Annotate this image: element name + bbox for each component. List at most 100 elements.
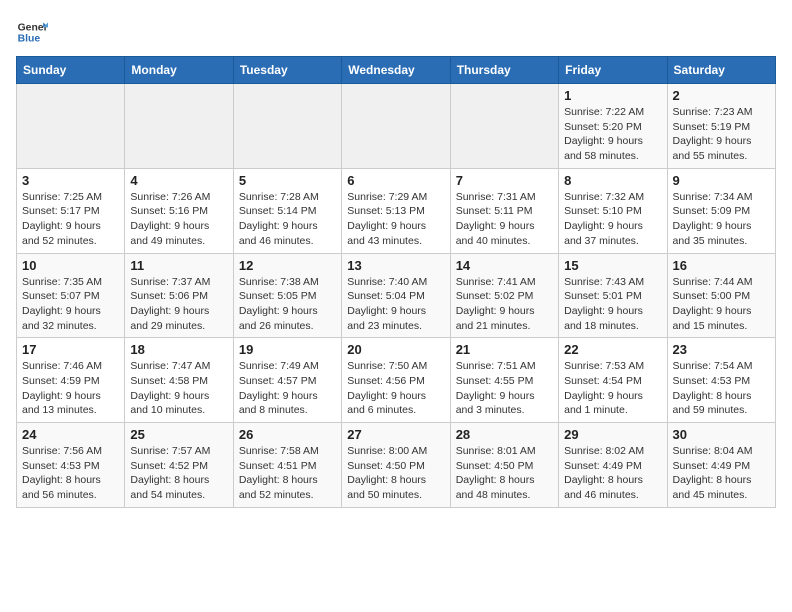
calendar-cell: 12 Sunrise: 7:38 AM Sunset: 5:05 PM Dayli… bbox=[233, 253, 341, 338]
calendar-cell: 6 Sunrise: 7:29 AM Sunset: 5:13 PM Daylig… bbox=[342, 168, 450, 253]
day-info: Sunrise: 7:35 AM Sunset: 5:07 PM Dayligh… bbox=[22, 275, 119, 334]
day-info: Sunrise: 7:32 AM Sunset: 5:10 PM Dayligh… bbox=[564, 190, 661, 249]
calendar-cell bbox=[17, 84, 125, 169]
day-info: Sunrise: 7:40 AM Sunset: 5:04 PM Dayligh… bbox=[347, 275, 444, 334]
day-number: 12 bbox=[239, 258, 336, 273]
day-info: Sunrise: 7:37 AM Sunset: 5:06 PM Dayligh… bbox=[130, 275, 227, 334]
calendar-cell bbox=[125, 84, 233, 169]
day-number: 29 bbox=[564, 427, 661, 442]
day-number: 8 bbox=[564, 173, 661, 188]
calendar-cell: 29 Sunrise: 8:02 AM Sunset: 4:49 PM Dayli… bbox=[559, 423, 667, 508]
day-info: Sunrise: 7:58 AM Sunset: 4:51 PM Dayligh… bbox=[239, 444, 336, 503]
day-info: Sunrise: 7:26 AM Sunset: 5:16 PM Dayligh… bbox=[130, 190, 227, 249]
day-number: 3 bbox=[22, 173, 119, 188]
calendar-cell bbox=[450, 84, 558, 169]
calendar-cell: 11 Sunrise: 7:37 AM Sunset: 5:06 PM Dayli… bbox=[125, 253, 233, 338]
day-number: 28 bbox=[456, 427, 553, 442]
calendar-week-2: 10 Sunrise: 7:35 AM Sunset: 5:07 PM Dayli… bbox=[17, 253, 776, 338]
day-number: 23 bbox=[673, 342, 770, 357]
day-info: Sunrise: 7:56 AM Sunset: 4:53 PM Dayligh… bbox=[22, 444, 119, 503]
calendar-cell: 10 Sunrise: 7:35 AM Sunset: 5:07 PM Dayli… bbox=[17, 253, 125, 338]
calendar-cell: 4 Sunrise: 7:26 AM Sunset: 5:16 PM Daylig… bbox=[125, 168, 233, 253]
svg-text:Blue: Blue bbox=[18, 34, 41, 45]
calendar-cell: 16 Sunrise: 7:44 AM Sunset: 5:00 PM Dayli… bbox=[667, 253, 775, 338]
calendar-cell: 19 Sunrise: 7:49 AM Sunset: 4:57 PM Dayli… bbox=[233, 338, 341, 423]
day-info: Sunrise: 7:31 AM Sunset: 5:11 PM Dayligh… bbox=[456, 190, 553, 249]
logo-icon: General Blue bbox=[16, 16, 48, 48]
header-friday: Friday bbox=[559, 57, 667, 84]
header-monday: Monday bbox=[125, 57, 233, 84]
header-wednesday: Wednesday bbox=[342, 57, 450, 84]
calendar-table: SundayMondayTuesdayWednesdayThursdayFrid… bbox=[16, 56, 776, 508]
day-info: Sunrise: 7:22 AM Sunset: 5:20 PM Dayligh… bbox=[564, 105, 661, 164]
calendar-cell: 1 Sunrise: 7:22 AM Sunset: 5:20 PM Daylig… bbox=[559, 84, 667, 169]
day-number: 10 bbox=[22, 258, 119, 273]
day-number: 30 bbox=[673, 427, 770, 442]
day-info: Sunrise: 7:41 AM Sunset: 5:02 PM Dayligh… bbox=[456, 275, 553, 334]
calendar-cell: 23 Sunrise: 7:54 AM Sunset: 4:53 PM Dayli… bbox=[667, 338, 775, 423]
day-number: 9 bbox=[673, 173, 770, 188]
calendar-week-3: 17 Sunrise: 7:46 AM Sunset: 4:59 PM Dayli… bbox=[17, 338, 776, 423]
day-number: 13 bbox=[347, 258, 444, 273]
calendar-cell bbox=[233, 84, 341, 169]
calendar-cell: 25Sunrise: 7:57 AM Sunset: 4:52 PM Dayli… bbox=[125, 423, 233, 508]
calendar-cell: 5Sunrise: 7:28 AM Sunset: 5:14 PM Daylig… bbox=[233, 168, 341, 253]
header: General Blue bbox=[16, 16, 776, 48]
calendar-cell: 24 Sunrise: 7:56 AM Sunset: 4:53 PM Dayli… bbox=[17, 423, 125, 508]
day-number: 18 bbox=[130, 342, 227, 357]
day-number: 7 bbox=[456, 173, 553, 188]
calendar-cell: 28 Sunrise: 8:01 AM Sunset: 4:50 PM Dayli… bbox=[450, 423, 558, 508]
day-info: Sunrise: 8:04 AM Sunset: 4:49 PM Dayligh… bbox=[673, 444, 770, 503]
day-number: 21 bbox=[456, 342, 553, 357]
calendar-week-0: 1 Sunrise: 7:22 AM Sunset: 5:20 PM Daylig… bbox=[17, 84, 776, 169]
day-number: 15 bbox=[564, 258, 661, 273]
day-number: 2 bbox=[673, 88, 770, 103]
day-info: Sunrise: 7:38 AM Sunset: 5:05 PM Dayligh… bbox=[239, 275, 336, 334]
calendar-cell: 22 Sunrise: 7:53 AM Sunset: 4:54 PM Dayli… bbox=[559, 338, 667, 423]
day-number: 19 bbox=[239, 342, 336, 357]
day-info: Sunrise: 7:28 AM Sunset: 5:14 PM Dayligh… bbox=[239, 190, 336, 249]
day-info: Sunrise: 7:29 AM Sunset: 5:13 PM Dayligh… bbox=[347, 190, 444, 249]
calendar-cell: 2 Sunrise: 7:23 AM Sunset: 5:19 PM Daylig… bbox=[667, 84, 775, 169]
calendar-cell: 26 Sunrise: 7:58 AM Sunset: 4:51 PM Dayli… bbox=[233, 423, 341, 508]
day-info: Sunrise: 7:44 AM Sunset: 5:00 PM Dayligh… bbox=[673, 275, 770, 334]
day-number: 24 bbox=[22, 427, 119, 442]
day-number: 1 bbox=[564, 88, 661, 103]
day-number: 16 bbox=[673, 258, 770, 273]
calendar-header-row: SundayMondayTuesdayWednesdayThursdayFrid… bbox=[17, 57, 776, 84]
day-number: 27 bbox=[347, 427, 444, 442]
day-info: Sunrise: 7:47 AM Sunset: 4:58 PM Dayligh… bbox=[130, 359, 227, 418]
day-info: Sunrise: 7:43 AM Sunset: 5:01 PM Dayligh… bbox=[564, 275, 661, 334]
day-number: 11 bbox=[130, 258, 227, 273]
day-info: Sunrise: 7:23 AM Sunset: 5:19 PM Dayligh… bbox=[673, 105, 770, 164]
calendar-cell: 27Sunrise: 8:00 AM Sunset: 4:50 PM Dayli… bbox=[342, 423, 450, 508]
day-number: 4 bbox=[130, 173, 227, 188]
calendar-cell bbox=[342, 84, 450, 169]
calendar-cell: 8 Sunrise: 7:32 AM Sunset: 5:10 PM Daylig… bbox=[559, 168, 667, 253]
day-number: 20 bbox=[347, 342, 444, 357]
logo: General Blue bbox=[16, 16, 52, 48]
day-number: 14 bbox=[456, 258, 553, 273]
day-number: 6 bbox=[347, 173, 444, 188]
day-number: 22 bbox=[564, 342, 661, 357]
header-thursday: Thursday bbox=[450, 57, 558, 84]
calendar-week-1: 3Sunrise: 7:25 AM Sunset: 5:17 PM Daylig… bbox=[17, 168, 776, 253]
day-info: Sunrise: 7:34 AM Sunset: 5:09 PM Dayligh… bbox=[673, 190, 770, 249]
header-tuesday: Tuesday bbox=[233, 57, 341, 84]
calendar-cell: 15 Sunrise: 7:43 AM Sunset: 5:01 PM Dayli… bbox=[559, 253, 667, 338]
day-number: 26 bbox=[239, 427, 336, 442]
day-info: Sunrise: 7:46 AM Sunset: 4:59 PM Dayligh… bbox=[22, 359, 119, 418]
day-info: Sunrise: 7:54 AM Sunset: 4:53 PM Dayligh… bbox=[673, 359, 770, 418]
day-info: Sunrise: 7:53 AM Sunset: 4:54 PM Dayligh… bbox=[564, 359, 661, 418]
calendar-cell: 21 Sunrise: 7:51 AM Sunset: 4:55 PM Dayli… bbox=[450, 338, 558, 423]
day-info: Sunrise: 8:02 AM Sunset: 4:49 PM Dayligh… bbox=[564, 444, 661, 503]
day-info: Sunrise: 7:51 AM Sunset: 4:55 PM Dayligh… bbox=[456, 359, 553, 418]
header-sunday: Sunday bbox=[17, 57, 125, 84]
calendar-cell: 9 Sunrise: 7:34 AM Sunset: 5:09 PM Daylig… bbox=[667, 168, 775, 253]
calendar-cell: 17 Sunrise: 7:46 AM Sunset: 4:59 PM Dayli… bbox=[17, 338, 125, 423]
day-info: Sunrise: 8:01 AM Sunset: 4:50 PM Dayligh… bbox=[456, 444, 553, 503]
day-info: Sunrise: 7:49 AM Sunset: 4:57 PM Dayligh… bbox=[239, 359, 336, 418]
day-number: 17 bbox=[22, 342, 119, 357]
day-number: 25 bbox=[130, 427, 227, 442]
calendar-cell: 14 Sunrise: 7:41 AM Sunset: 5:02 PM Dayli… bbox=[450, 253, 558, 338]
